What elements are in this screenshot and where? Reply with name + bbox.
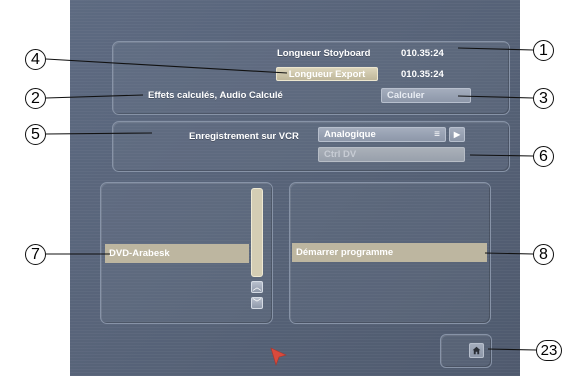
callout-4-number: 4 bbox=[31, 50, 40, 68]
callout-6-number: 6 bbox=[539, 147, 548, 165]
callout-5: 5 bbox=[25, 124, 46, 145]
callout-8: 8 bbox=[533, 244, 554, 265]
callout-7-number: 7 bbox=[31, 245, 40, 263]
callout-6: 6 bbox=[533, 146, 554, 167]
callout-7: 7 bbox=[25, 244, 46, 265]
callout-1-number: 1 bbox=[539, 41, 548, 59]
callout-23: 23 bbox=[536, 340, 562, 361]
callout-1: 1 bbox=[533, 40, 554, 61]
page: Longueur Stoyboard 010.35:24 Longueur Ex… bbox=[0, 0, 575, 376]
callout-4: 4 bbox=[25, 49, 46, 70]
callout-3-number: 3 bbox=[539, 89, 548, 107]
callout-2-number: 2 bbox=[31, 89, 40, 107]
callout-3: 3 bbox=[533, 88, 554, 109]
callout-23-number: 23 bbox=[540, 342, 558, 359]
callout-5-number: 5 bbox=[31, 125, 40, 143]
callout-8-number: 8 bbox=[539, 245, 548, 263]
callout-2: 2 bbox=[25, 88, 46, 109]
callout-lines bbox=[45, 47, 537, 351]
